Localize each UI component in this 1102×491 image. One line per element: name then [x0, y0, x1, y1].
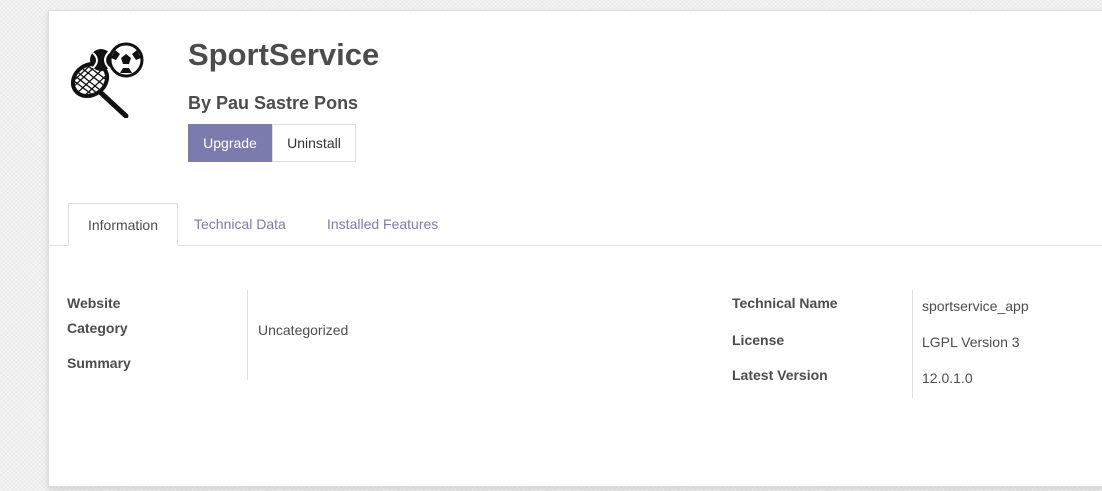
latest-version-label: Latest Version: [732, 367, 828, 383]
latest-version-value: 12.0.1.0: [922, 370, 973, 386]
notebook-tabs: Information Technical Data Installed Fea…: [49, 203, 1102, 246]
module-title: SportService: [188, 37, 380, 72]
category-value: Uncategorized: [258, 322, 349, 338]
module-form-sheet: SportService By Pau Sastre Pons Upgrade …: [48, 10, 1102, 487]
right-field-divider: [912, 290, 913, 398]
website-label: Website: [67, 295, 121, 311]
uninstall-button[interactable]: Uninstall: [272, 124, 356, 162]
license-label: License: [732, 332, 785, 348]
module-author: By Pau Sastre Pons: [188, 93, 359, 113]
category-label: Category: [67, 320, 128, 336]
tab-information[interactable]: Information: [68, 203, 178, 246]
upgrade-button[interactable]: Upgrade: [188, 124, 272, 162]
license-value: LGPL Version 3: [922, 334, 1020, 350]
tab-technical-data[interactable]: Technical Data: [194, 203, 286, 245]
technical-name-label: Technical Name: [732, 295, 838, 311]
sport-balls-racket-icon: [70, 42, 144, 118]
left-field-divider: [247, 290, 248, 380]
technical-name-value: sportservice_app: [922, 298, 1029, 314]
tab-installed-features[interactable]: Installed Features: [327, 203, 438, 245]
summary-label: Summary: [67, 355, 131, 371]
